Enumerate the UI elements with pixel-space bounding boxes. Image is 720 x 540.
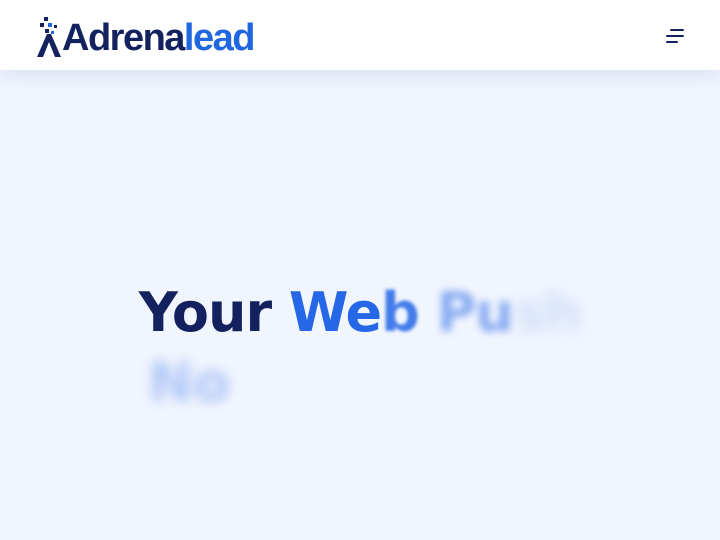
headline-word-web-a: We [288,281,382,344]
site-header: Adrena lead [0,0,720,70]
headline-word-your: Your [138,281,272,344]
adrenalead-logo[interactable]: Adrena lead [36,14,256,59]
sparkle-logo-icon [36,16,64,58]
headline-word-web: Web [288,281,420,344]
hamburger-menu-icon[interactable] [664,26,686,46]
headline-word-push-b: sh [512,281,583,344]
hero-headline: Your Web Push [0,278,720,348]
headline-word-push-a: Pu [436,281,514,344]
logo-text-dark: Adrena [62,17,185,59]
logo-wordmark: Adrena lead [62,17,256,59]
headline-word-push: Push [436,281,583,344]
hero-headline-line2: No [148,351,231,414]
hero-section: Your Web Push No [0,70,720,540]
logo-text-blue: lead [183,17,256,59]
headline-word-web-b: b [381,281,420,344]
